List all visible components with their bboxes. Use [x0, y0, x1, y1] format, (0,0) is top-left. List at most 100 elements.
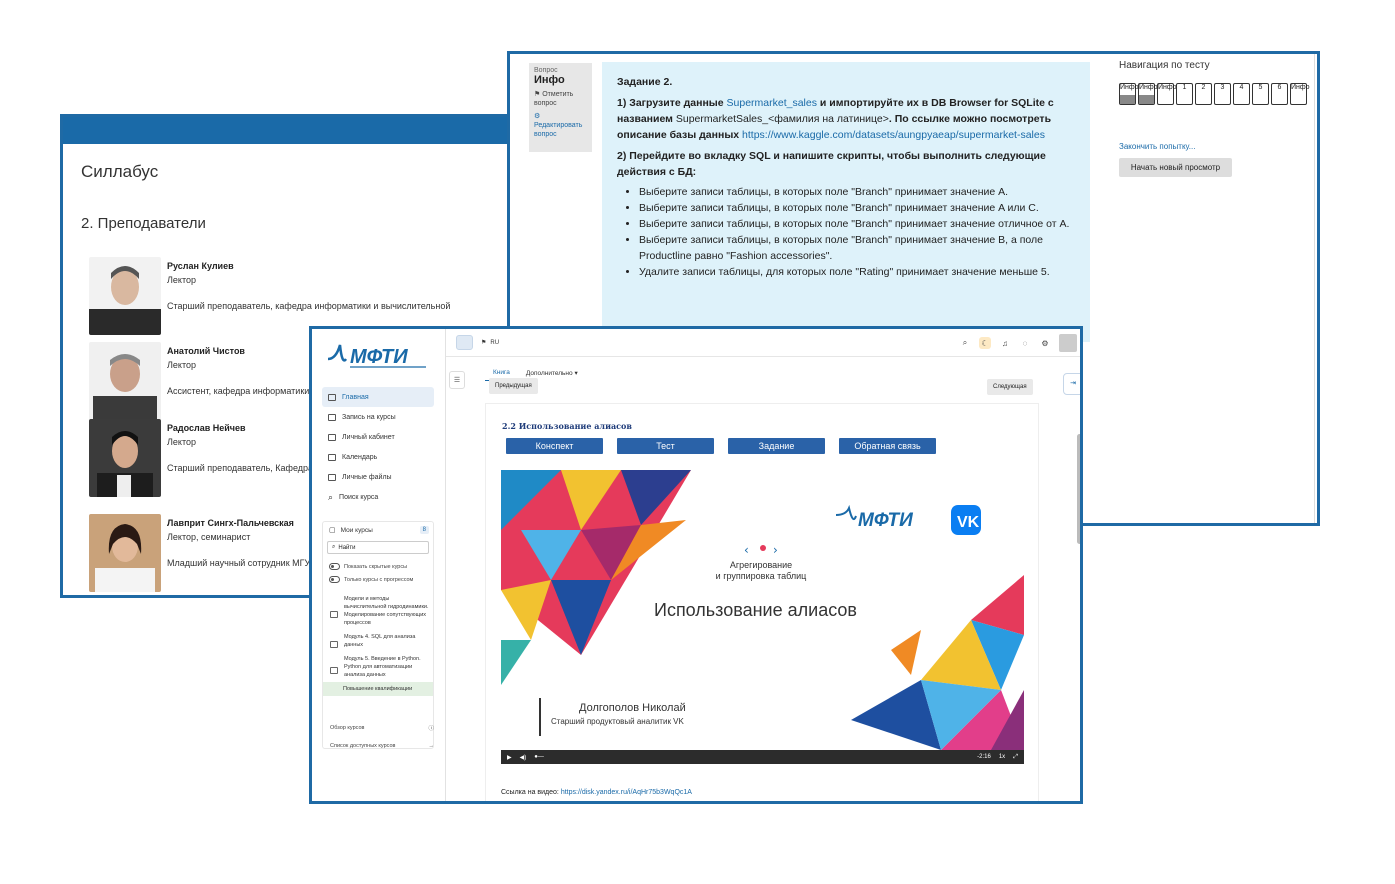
list-item: Выберите записи таблицы, в которых поле … — [639, 200, 1075, 216]
theme-icon[interactable]: ☾ — [979, 337, 991, 349]
course-search-input[interactable]: ⌕ Найти — [327, 541, 429, 554]
sidebar-item-calendar[interactable]: Календарь — [322, 447, 434, 467]
page-title: Силлабус — [81, 162, 159, 181]
drawer-toggle-button[interactable]: ⇥ — [1063, 373, 1080, 395]
video-controls: ▶ ◀) ●— -2:16 1x ⤢ — [501, 750, 1024, 764]
toggle-switch[interactable] — [329, 563, 340, 570]
section-title: 2. Преподаватели — [81, 215, 206, 232]
teacher-card: Руслан Кулиев Лектор Старший преподавате… — [89, 257, 527, 335]
show-hidden-toggle[interactable]: Показать скрытые курсы — [323, 560, 433, 573]
course-item[interactable]: Повышение квалификации — [323, 682, 433, 696]
slide-logo-text: МФТИ — [858, 510, 913, 531]
teacher-photo — [89, 342, 161, 420]
sidebar-item-label: Личные файлы — [342, 473, 392, 481]
sidebar-item-label: Запись на курсы — [342, 413, 396, 421]
quiz-nav-cell[interactable]: Инфо — [1138, 83, 1158, 105]
teacher-role: Лектор — [167, 360, 196, 370]
top-bar: ⚑ RU ⌕ ☾ ♫ ◌ ⚙ — [446, 329, 1080, 357]
course-list: Модели и методы вычислительной гидродина… — [323, 592, 433, 696]
next-button[interactable]: Следующая — [987, 379, 1033, 395]
summary-button[interactable]: Конспект — [506, 438, 603, 454]
feedback-button[interactable]: Обратная связь — [839, 438, 936, 454]
outline-toggle-button[interactable]: ☰ — [449, 371, 465, 389]
home-icon — [328, 393, 336, 401]
topbar-left: ⚑ RU — [456, 335, 499, 350]
teacher-name: Руслан Кулиев — [167, 261, 234, 271]
flag-icon: ⚑ — [481, 340, 487, 346]
video-link[interactable]: https://disk.yandex.ru/i/AqHr75b3WqQc1A — [561, 789, 692, 796]
sidebar-toggle-button[interactable] — [456, 335, 473, 350]
course-item[interactable]: Модели и методы вычислительной гидродина… — [323, 592, 433, 630]
sidebar-item-dashboard[interactable]: Личный кабинет — [322, 427, 434, 447]
quiz-navigation: Навигация по тесту ИнфоИнфоИнфо 1 2 3 4 5 6 Инф… — [1108, 54, 1314, 192]
video-link-label: Ссылка на видео: — [501, 789, 561, 796]
speed-button[interactable]: 1x — [999, 754, 1005, 760]
quiz-nav-cell[interactable]: 6 — [1271, 83, 1288, 105]
progress-only-toggle[interactable]: Только курсы с прогрессом — [323, 573, 433, 586]
chapter-title: 2.2 Использование алиасов — [502, 421, 632, 431]
kaggle-link[interactable]: https://www.kaggle.com/datasets/aungpyae… — [742, 129, 1045, 141]
new-preview-button[interactable]: Начать новый просмотр — [1119, 158, 1232, 177]
search-icon: ⌕ — [332, 544, 336, 550]
sidebar-item-enroll[interactable]: Запись на курсы — [322, 407, 434, 427]
divider — [1314, 54, 1315, 523]
svg-text:‹: ‹ — [744, 543, 749, 557]
sidebar-item-label: Личный кабинет — [342, 433, 395, 441]
fullscreen-icon[interactable]: ⤢ — [1013, 754, 1018, 761]
search-icon[interactable]: ⌕ — [959, 337, 971, 349]
slide-author: Долгополов Николай — [579, 702, 686, 714]
list-item: Выберите записи таблицы, в которых поле … — [639, 216, 1075, 232]
settings-icon[interactable]: ⚙ — [1039, 337, 1051, 349]
bell-icon[interactable]: ♫ — [999, 337, 1011, 349]
task-title: Задание 2. — [617, 76, 673, 88]
language-selector[interactable]: ⚑ RU — [481, 339, 499, 347]
flag-question-link[interactable]: ⚑ Отметить вопрос — [534, 90, 587, 108]
sidebar-item-home[interactable]: Главная — [322, 387, 434, 407]
course-item[interactable]: Модуль 4. SQL для анализа данных — [323, 630, 433, 652]
course-item[interactable]: Модуль 5. Введение в Python. Python для … — [323, 652, 433, 682]
mipt-logo[interactable]: МФТИ — [326, 339, 436, 371]
video-link-line: Ссылка на видео: https://disk.yandex.ru/… — [501, 789, 692, 796]
video-player[interactable]: МФТИ VK ‹ › Агрегирование и группировка т… — [501, 470, 1024, 764]
p1-text-a: 1) Загрузите данные — [617, 97, 727, 109]
volume-icon[interactable]: ◀) — [520, 754, 527, 761]
quiz-nav-cell[interactable]: 5 — [1252, 83, 1269, 105]
scrollbar[interactable] — [1077, 434, 1080, 544]
assignment-button[interactable]: Задание — [728, 438, 825, 454]
teacher-desc: Младший научный сотрудник МГУ — [167, 558, 311, 568]
my-courses-label: Мои курсы — [340, 526, 373, 534]
teacher-name: Анатолий Чистов — [167, 346, 245, 356]
quiz-nav-cell[interactable]: Инфо — [1290, 83, 1310, 105]
sidebar-item-search[interactable]: ⌕ Поиск курса — [322, 487, 434, 507]
sidebar-item-files[interactable]: Личные файлы — [322, 467, 434, 487]
courses-overview-link[interactable]: Обзор курсов ⓘ — [330, 719, 434, 737]
my-courses-header[interactable]: ▢ Мои курсы 8 — [323, 522, 433, 538]
sidebar-menu: Главная Запись на курсы Личный кабинет К… — [322, 387, 434, 507]
available-courses-link[interactable]: Список доступных курсов → — [330, 737, 434, 755]
toggle-switch[interactable] — [329, 576, 340, 583]
course-search-placeholder: Найти — [338, 544, 356, 551]
quiz-nav-title: Навигация по тесту — [1119, 60, 1210, 71]
chat-icon[interactable]: ◌ — [1019, 337, 1031, 349]
calendar-icon — [328, 453, 336, 461]
flag-question-label: Отметить вопрос — [534, 91, 574, 107]
quiz-nav-cell[interactable]: 3 — [1214, 83, 1231, 105]
dataset-link[interactable]: Supermarket_sales — [727, 97, 817, 109]
test-button[interactable]: Тест — [617, 438, 714, 454]
quiz-nav-cell[interactable]: Инфо — [1119, 83, 1139, 105]
quiz-nav-cell[interactable]: 1 — [1176, 83, 1193, 105]
slide-title: Использование алиасов — [654, 600, 857, 620]
avatar[interactable] — [1059, 334, 1077, 352]
quiz-nav-cell[interactable]: 2 — [1195, 83, 1212, 105]
teacher-role: Лектор — [167, 437, 196, 447]
previous-button[interactable]: Предыдущая — [489, 378, 538, 394]
edit-question-link[interactable]: ⚙ Редактировать вопрос — [534, 112, 587, 139]
quiz-nav-cell[interactable]: 4 — [1233, 83, 1250, 105]
question-text: Задание 2. 1) Загрузите данные Supermark… — [602, 62, 1090, 342]
progress-slider[interactable]: ●— — [534, 754, 544, 760]
teacher-photo — [89, 419, 161, 497]
list-item: Удалите записи таблицы, для которых поле… — [639, 264, 1075, 280]
play-icon[interactable]: ▶ — [507, 754, 512, 761]
finish-attempt-link[interactable]: Закончить попытку... — [1119, 142, 1195, 151]
quiz-nav-cell[interactable]: Инфо — [1157, 83, 1177, 105]
